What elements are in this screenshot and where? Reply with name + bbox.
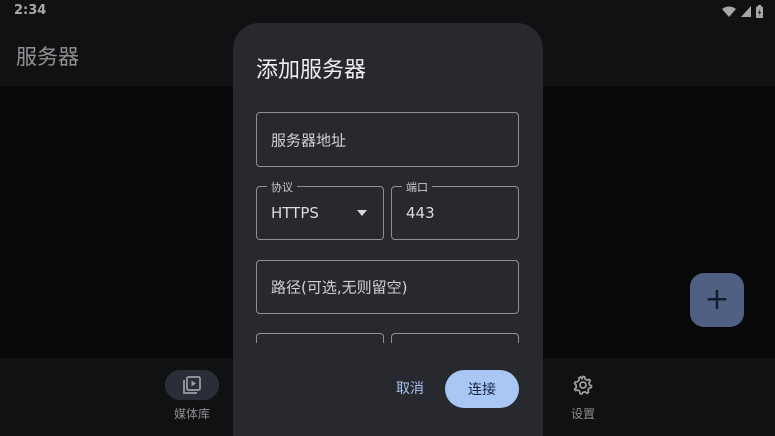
path-placeholder: 路径(可选,无则留空)	[271, 278, 408, 297]
dialog-title: 添加服务器	[256, 58, 367, 83]
protocol-select[interactable]: 协议 HTTPS	[256, 179, 384, 240]
path-field[interactable]: 路径(可选,无则留空)	[256, 260, 519, 314]
port-value: 443	[406, 204, 435, 222]
username-field[interactable]	[256, 333, 384, 343]
port-label: 端口	[402, 179, 432, 195]
server-address-placeholder: 服务器地址	[271, 131, 347, 149]
more-fields-clip	[256, 333, 519, 343]
protocol-label: 协议	[267, 179, 297, 195]
add-server-dialog: 添加服务器 服务器地址 协议 HTTPS 端口 443 路径(可选,无则留空) …	[233, 23, 543, 436]
dropdown-arrow-icon	[357, 210, 367, 216]
server-address-field[interactable]: 服务器地址	[256, 112, 519, 167]
dialog-actions: 取消 连接	[233, 370, 543, 410]
password-field[interactable]	[391, 333, 519, 343]
protocol-value: HTTPS	[271, 204, 319, 222]
cancel-button[interactable]: 取消	[384, 370, 436, 408]
port-field[interactable]: 端口 443	[391, 179, 519, 240]
connect-button[interactable]: 连接	[445, 370, 519, 408]
